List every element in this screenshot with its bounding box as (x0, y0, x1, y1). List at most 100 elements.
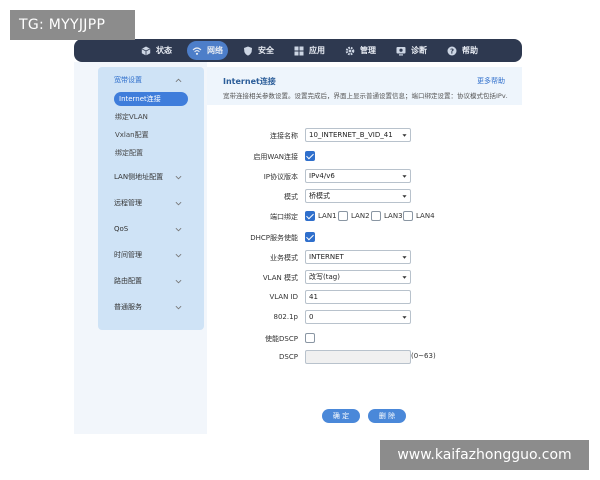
sidebar-group-label: 路由配置 (114, 277, 142, 285)
port-lan3-checkbox[interactable] (371, 211, 381, 221)
vlan-mode-label: VLAN 模式 (262, 274, 298, 282)
port-lan4-label: LAN4 (416, 212, 435, 220)
help-icon: ? (447, 46, 457, 56)
chevron-down-icon (402, 276, 407, 279)
sidebar: 宽带设置 LAN侧地址配置 远程管理 QoS 时间管理 路由配置 普通服务 (98, 67, 204, 330)
sidebar-group-label: LAN侧地址配置 (114, 173, 164, 181)
nav-label-network: 网络 (207, 46, 223, 55)
page-title: Internet连接 (223, 77, 276, 86)
nav-label-status: 状态 (156, 46, 172, 55)
vlan-id-input[interactable]: 41 (305, 290, 411, 304)
sidebar-group-broadband[interactable]: 宽带设置 (98, 73, 204, 87)
p8021-select[interactable]: 0 (305, 310, 411, 324)
chevron-down-icon (175, 305, 182, 309)
mode-label: 模式 (284, 193, 298, 201)
enable-wan-label: 启用WAN连接 (253, 153, 298, 161)
mode-value: 桥模式 (309, 192, 330, 200)
sidebar-group-qos[interactable]: QoS (98, 222, 204, 236)
chevron-down-icon (402, 195, 407, 198)
chevron-up-icon (175, 78, 182, 82)
dscp-input[interactable] (305, 350, 411, 364)
dhcp-checkbox[interactable] (305, 232, 315, 242)
port-lan2-label: LAN2 (351, 212, 370, 220)
sidebar-item-bind-config[interactable]: 绑定配置 (115, 148, 143, 158)
sidebar-group-label: 时间管理 (114, 251, 142, 259)
dscp-enable-checkbox[interactable] (305, 333, 315, 343)
confirm-button[interactable]: 确 定 (322, 409, 360, 423)
chevron-down-icon (175, 201, 182, 205)
vlan-id-label: VLAN ID (269, 293, 298, 301)
dscp-label: DSCP (279, 353, 298, 361)
sidebar-group-route[interactable]: 路由配置 (98, 274, 204, 288)
p8021-value: 0 (309, 313, 314, 321)
connection-name-value: 10_INTERNET_B_VID_41 (309, 131, 393, 139)
dhcp-label: DHCP服务使能 (250, 234, 298, 242)
chevron-down-icon (175, 279, 182, 283)
dscp-range-hint: (0~63) (411, 352, 436, 360)
chevron-down-icon (402, 316, 407, 319)
ip-version-value: IPv4/v6 (309, 172, 335, 180)
enable-wan-checkbox[interactable] (305, 151, 315, 161)
nav-label-management: 管理 (360, 46, 376, 55)
port-lan1-checkbox[interactable] (305, 211, 315, 221)
nav-label-diagnosis: 诊断 (411, 46, 427, 55)
mode-select[interactable]: 桥模式 (305, 189, 411, 203)
sidebar-group-remote[interactable]: 远程管理 (98, 196, 204, 210)
nav-label-security: 安全 (258, 46, 274, 55)
port-lan4-checkbox[interactable] (403, 211, 413, 221)
vlan-mode-select[interactable]: 改写(tag) (305, 270, 411, 284)
nav-label-help: 帮助 (462, 46, 478, 55)
chevron-down-icon (175, 175, 182, 179)
port-lan1-label: LAN1 (318, 212, 337, 220)
p8021-label: 802.1p (273, 313, 298, 321)
sidebar-group-label: QoS (114, 225, 129, 233)
sidebar-item-bind-vlan[interactable]: 绑定VLAN (115, 112, 148, 122)
nav-item-security[interactable]: 安全 (238, 41, 279, 60)
nav-label-apps: 应用 (309, 46, 325, 55)
service-mode-label: 业务模式 (270, 254, 298, 262)
sidebar-group-label: 宽带设置 (114, 76, 142, 84)
sidebar-group-services[interactable]: 普通服务 (98, 300, 204, 314)
nav-item-network[interactable]: 网络 (187, 41, 228, 60)
grid-icon (294, 46, 304, 56)
router-admin-page: TG: MYYJJPP www.kaifazhongguo.com 状态 网络 … (0, 0, 600, 480)
connection-name-select[interactable]: 10_INTERNET_B_VID_41 (305, 128, 411, 142)
vlan-mode-value: 改写(tag) (309, 273, 340, 281)
sidebar-group-label: 远程管理 (114, 199, 142, 207)
chevron-down-icon (175, 253, 182, 257)
delete-button[interactable]: 删 除 (368, 409, 406, 423)
sidebar-group-lan[interactable]: LAN侧地址配置 (98, 170, 204, 184)
nav-item-diagnosis[interactable]: 诊断 (391, 41, 432, 60)
port-lan2-checkbox[interactable] (338, 211, 348, 221)
top-navigation: 状态 网络 安全 应用 管理 诊断 ? 帮助 (74, 39, 522, 62)
shield-icon (243, 46, 253, 56)
gear-icon (345, 46, 355, 56)
nav-item-help[interactable]: ? 帮助 (442, 41, 483, 60)
port-lan3-label: LAN3 (384, 212, 403, 220)
svg-text:?: ? (450, 47, 454, 55)
sidebar-item-vxlan[interactable]: Vxlan配置 (115, 130, 149, 140)
nav-item-management[interactable]: 管理 (340, 41, 381, 60)
ip-version-select[interactable]: IPv4/v6 (305, 169, 411, 183)
connection-name-label: 连接名称 (270, 132, 298, 140)
panel-header: Internet连接 更多帮助 宽带连接相关参数设置。设置完成后，界面上显示普通… (207, 67, 522, 105)
watermark-bottom: www.kaifazhongguo.com (380, 440, 589, 470)
ip-version-label: IP协议版本 (263, 173, 298, 181)
sidebar-group-time[interactable]: 时间管理 (98, 248, 204, 262)
dscp-enable-label: 使能DSCP (265, 335, 298, 343)
wifi-icon (192, 46, 202, 56)
port-binding-label: 端口绑定 (270, 213, 298, 221)
page-description: 宽带连接相关参数设置。设置完成后，界面上显示普通设置信息；端口绑定设置：协议模式… (223, 92, 508, 100)
sidebar-group-label: 普通服务 (114, 303, 142, 311)
nav-item-apps[interactable]: 应用 (289, 41, 330, 60)
chevron-down-icon (175, 227, 182, 231)
service-mode-value: INTERNET (309, 253, 344, 261)
sidebar-item-internet[interactable]: Internet连接 (114, 92, 188, 106)
watermark-top: TG: MYYJJPP (10, 10, 135, 40)
monitor-icon (396, 46, 406, 56)
more-help-link[interactable]: 更多帮助 (477, 76, 505, 86)
cube-icon (141, 46, 151, 56)
service-mode-select[interactable]: INTERNET (305, 250, 411, 264)
chevron-down-icon (402, 134, 407, 137)
nav-item-status[interactable]: 状态 (136, 41, 177, 60)
